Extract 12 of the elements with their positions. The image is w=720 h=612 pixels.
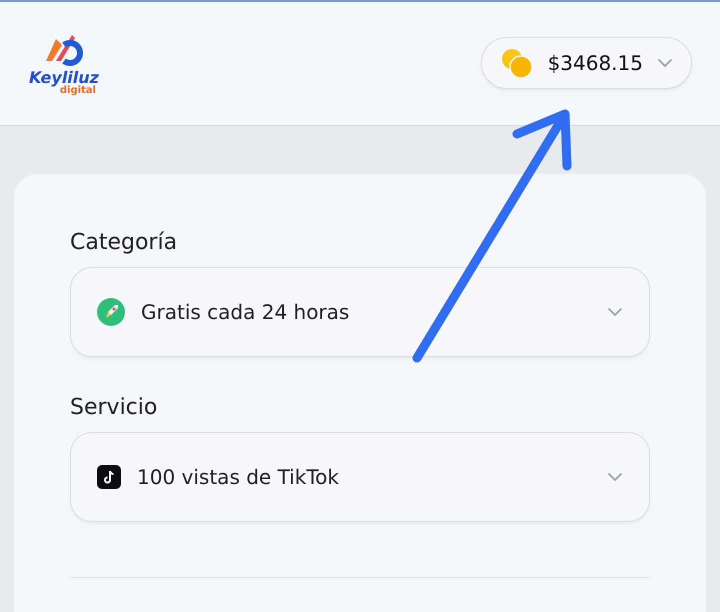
select-field[interactable]: Gratis cada 24 horas: [70, 267, 650, 357]
logo-tagline: digital: [60, 86, 96, 96]
chevron-down-icon: [657, 58, 673, 68]
field-label: Categoría: [70, 230, 178, 255]
field-label: Servicio: [70, 395, 158, 420]
chevron-down-icon: [607, 472, 623, 482]
balance-button[interactable]: $3468.15: [480, 36, 692, 88]
chevron-down-icon: [607, 307, 623, 317]
coins-icon: [500, 46, 534, 78]
tiktok-icon: [97, 465, 121, 489]
logo-name: Keyliluz: [29, 69, 99, 86]
select-field[interactable]: 100 vistas de TikTok: [70, 432, 650, 522]
